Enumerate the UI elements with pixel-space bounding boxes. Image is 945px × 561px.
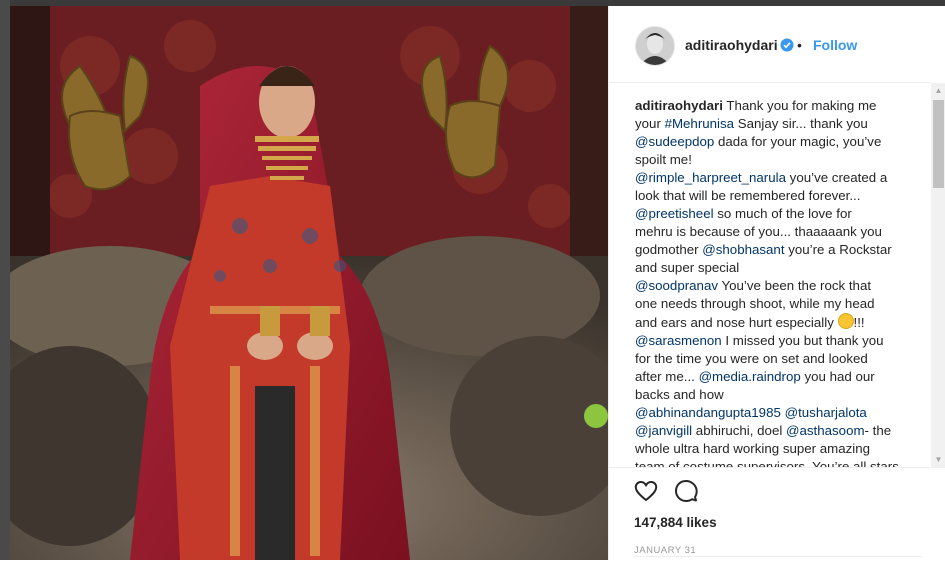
caption-line: team of costume supervisors. You’re all … [635,458,907,467]
caption-line: backs and how [635,386,907,404]
caption-line: @soodpranav You’ve been the rock that [635,277,907,295]
caption-line: mehru is because of you... thaaaaank you [635,223,907,241]
scroll-thumb[interactable] [933,100,944,188]
mention-link[interactable]: @soodpranav [635,278,718,293]
avatar-image [636,27,674,65]
caption-line: look that will be remembered forever... [635,187,907,205]
mention-link[interactable]: @media.raindrop [699,369,801,384]
post-side-panel: aditirao­hydari • Follow aditiraohydari … [608,6,945,560]
caption-line: spoilt me! [635,151,907,169]
divider [633,556,923,557]
caption-line: @abhinandangupta1985 @tusharjalota [635,404,907,422]
caption-line: @janvigill abhiruchi, doel @asthasoom- t… [635,422,907,440]
caption-text: after me... [635,369,699,384]
smiling-face-emoji-icon [837,313,854,329]
caption-text: - the [864,423,892,438]
post-actions: 147,884 likes JANUARY 31 [609,467,945,561]
caption-text: Sanjay sir... thank you [734,116,868,131]
post-photo[interactable] [10,6,608,560]
follow-button[interactable]: Follow [813,37,857,53]
caption-line: for the time you were on set and looked [635,350,907,368]
caption-scrollbar[interactable]: ▲ ▼ [931,83,945,467]
caption-line: @sudeepdop dada for your magic, you’ve [635,133,907,151]
caption-line: and ears and nose hurt especially !!! [635,313,907,332]
caption-text: mehru is because of you... thaaaaank you [635,224,882,239]
mention-link[interactable]: @abhinandangupta1985 [635,405,781,420]
caption-line: your #Mehrunisa Sanjay sir... thank you [635,115,907,133]
scroll-down-arrow-icon[interactable]: ▼ [931,452,945,467]
post-header: aditirao­hydari • Follow [609,6,931,83]
caption-text: your [635,116,665,131]
mention-link[interactable]: @sarasmenon [635,333,722,348]
caption-text: !!! [853,315,865,330]
post-caption: aditiraohydari Thank you for making me yo… [635,97,907,467]
caption-line: @sarasmenon I missed you but thank you [635,332,907,350]
mention-link[interactable]: @sudeepdop [635,134,714,149]
caption-text: You’ve been the rock that [718,278,872,293]
caption-text: team of costume supervisors. You’re all … [635,459,899,467]
mention-link[interactable]: @janvigill [635,423,692,438]
caption-scroll-area[interactable]: aditiraohydari Thank you for making me yo… [609,83,931,467]
caption-text: and ears and nose hurt especially [635,315,838,330]
caption-text: dada for your magic, you’ve [714,134,882,149]
verified-badge-icon [780,38,794,52]
caption-text: Thank you for making me [722,98,877,113]
mention-link[interactable]: @shobhasant [702,242,784,257]
caption-line: after me... @media.raindrop you had our [635,368,907,386]
caption-line: whole ultra hard working super amazing [635,440,907,458]
caption-text: for the time you were on set and looked [635,351,868,366]
caption-line: @preetisheel so much of the love for [635,205,907,223]
caption-text: look that will be remembered forever... [635,188,861,203]
likes-count[interactable]: 147,884 likes [634,515,717,530]
caption-line: aditiraohydari Thank you for making me [635,97,907,115]
hashtag-link[interactable]: #Mehrunisa [665,116,734,131]
caption-username-link[interactable]: aditiraohydari [635,98,723,113]
caption-text: and super special [635,260,740,275]
username[interactable]: aditirao­hydari [685,37,778,53]
caption-line: one needs through shoot, while my head [635,295,907,313]
caption-text: backs and how [635,387,724,402]
mention-link[interactable]: @preetisheel [635,206,714,221]
separator-dot: • [797,37,802,53]
post-photo-image [10,6,608,560]
post-date[interactable]: JANUARY 31 [634,545,696,556]
caption-text: godmother [635,242,703,257]
comment-icon[interactable] [673,478,699,504]
modal-backdrop-left [0,0,10,560]
caption-text: you had our [800,369,875,384]
heart-icon[interactable] [633,478,659,504]
mention-link[interactable]: @asthasoom [786,423,865,438]
mention-link[interactable]: @tusharjalota [785,405,867,420]
scroll-up-arrow-icon[interactable]: ▲ [931,83,945,98]
caption-text: so much of the love for [713,206,852,221]
caption-text: abhiruchi, doel [692,423,786,438]
caption-line: godmother @shobhasant you’re a Rockstar [635,241,907,259]
caption-line: and super special [635,259,907,277]
mention-link[interactable]: @rimple_harpreet_narula [635,170,786,185]
caption-text: whole ultra hard working super amazing [635,441,871,456]
caption-line: @rimple_harpreet_narula you’ve created a [635,169,907,187]
avatar[interactable] [635,26,675,66]
caption-text: I missed you but thank you [721,333,884,348]
caption-text: you’ve created a [785,170,888,185]
caption-text: one needs through shoot, while my head [635,296,875,311]
caption-text: you’re a Rockstar [784,242,892,257]
caption-text: spoilt me! [635,152,692,167]
